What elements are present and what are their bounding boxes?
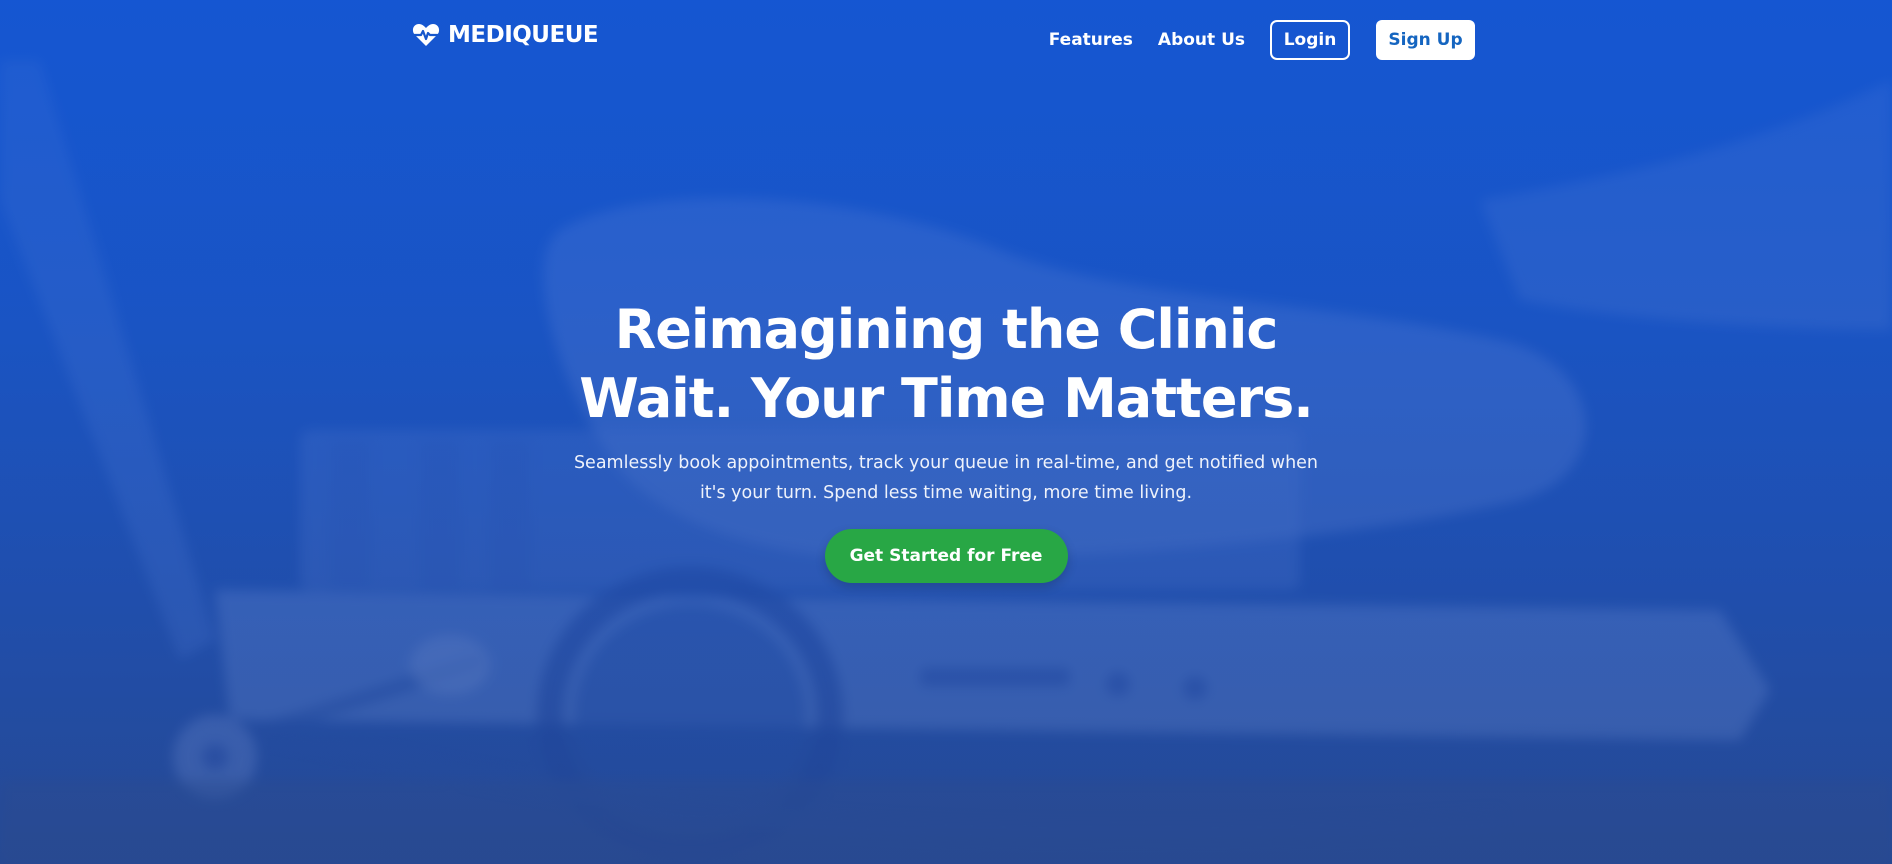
hero-subtext: Seamlessly book appointments, track your… [566,448,1326,508]
hero-subtext-line-1: Seamlessly book appointments, track your… [573,453,1319,473]
brand-name: MEDIQUEUE [448,22,599,48]
login-button[interactable]: Login [1270,20,1350,60]
hero-subtext-line-2: it's your turn. Spend less time waiting,… [699,483,1193,503]
nav-links: Features About Us Login Sign Up [1049,20,1475,60]
get-started-button[interactable]: Get Started for Free [824,529,1068,583]
nav-link-about-us[interactable]: About Us [1158,30,1245,50]
nav-link-features[interactable]: Features [1049,30,1133,50]
sign-up-button[interactable]: Sign Up [1376,20,1475,60]
top-navbar: MEDIQUEUE Features About Us Login Sign U… [0,0,1892,80]
hero-section: MEDIQUEUE Features About Us Login Sign U… [0,0,1892,864]
hero-headline-line-1: Reimagining the Clinic [614,298,1279,361]
hero-content: Reimagining the Clinic Wait. Your Time M… [0,295,1892,583]
heart-pulse-icon [412,23,440,47]
hero-headline-line-2: Wait. Your Time Matters. [579,367,1314,430]
brand-logo[interactable]: MEDIQUEUE [412,22,599,48]
hero-headline: Reimagining the Clinic Wait. Your Time M… [546,295,1346,433]
